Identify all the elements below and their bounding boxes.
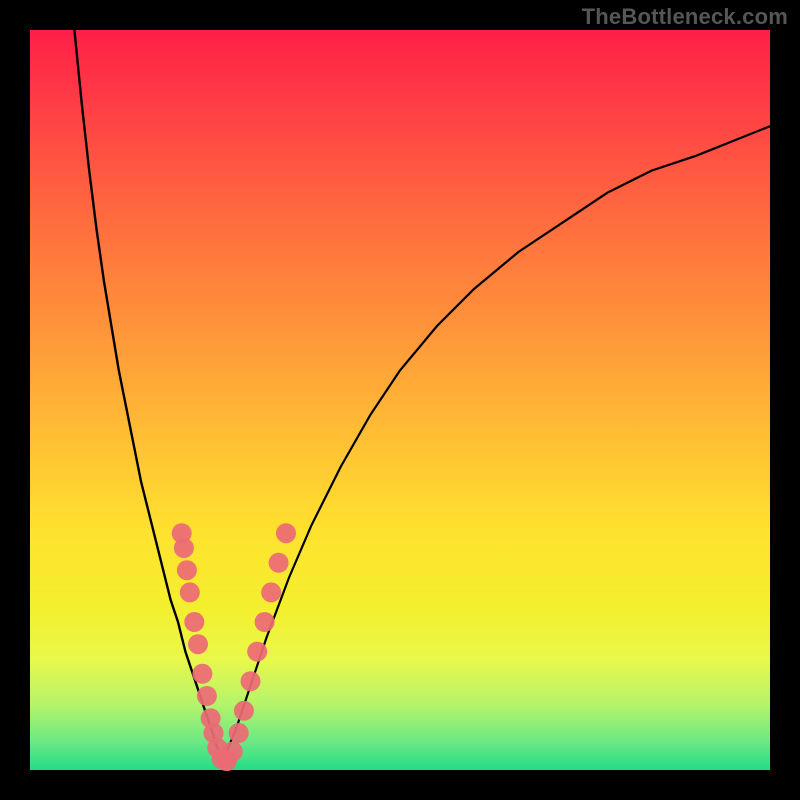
plot-area <box>30 30 770 770</box>
marker-dot <box>188 634 208 654</box>
chart-svg <box>30 30 770 770</box>
watermark-text: TheBottleneck.com <box>582 4 788 30</box>
chart-frame: TheBottleneck.com <box>0 0 800 800</box>
marker-dot <box>177 560 197 580</box>
marker-dot <box>234 701 254 721</box>
marker-dot <box>197 686 217 706</box>
marker-dot <box>247 642 267 662</box>
curve-right-branch <box>222 126 770 762</box>
marker-dot <box>180 582 200 602</box>
marker-dot <box>276 523 296 543</box>
marker-dot <box>241 671 261 691</box>
marker-dot <box>223 742 243 762</box>
marker-dot <box>174 538 194 558</box>
marker-dot <box>261 582 281 602</box>
marker-dot <box>184 612 204 632</box>
marker-dot <box>255 612 275 632</box>
marker-dot <box>269 553 289 573</box>
highlight-markers <box>172 523 296 771</box>
marker-dot <box>192 664 212 684</box>
marker-dot <box>229 723 249 743</box>
